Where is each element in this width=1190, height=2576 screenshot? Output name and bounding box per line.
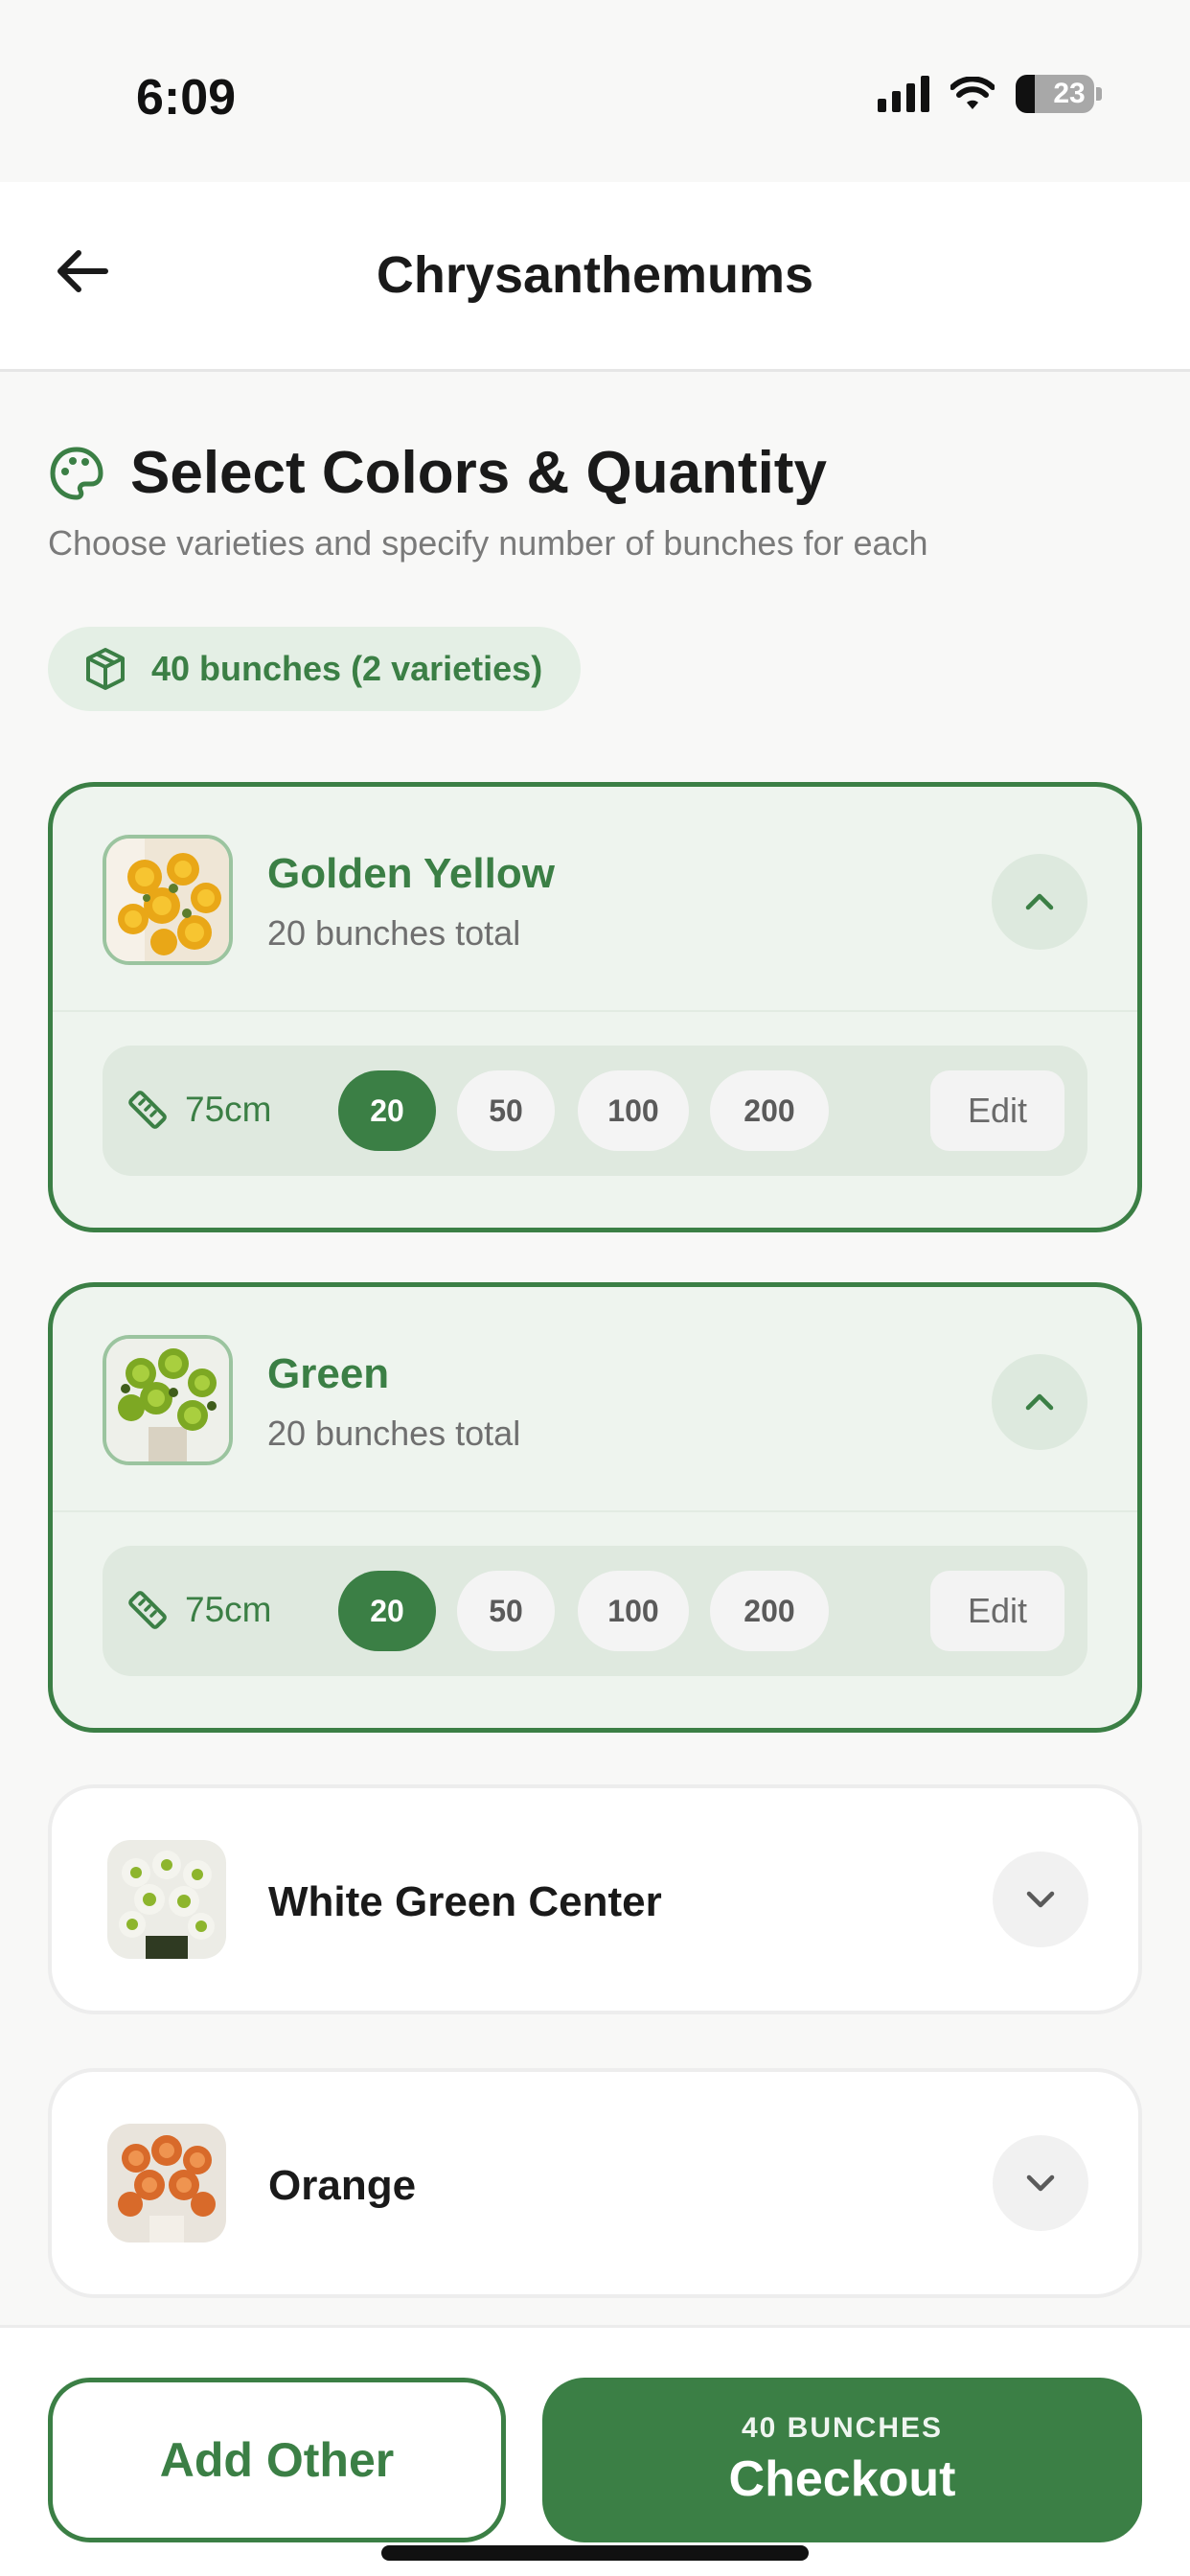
ruler-icon [128,1091,167,1129]
variety-total: 20 bunches total [267,1414,521,1453]
qty-option-200[interactable]: 200 [710,1571,829,1651]
chevron-down-icon [1026,2174,1055,2192]
variety-name: Orange [268,2162,417,2209]
nav-bar: Chrysanthemums [0,182,1190,372]
variety-card-orange[interactable]: Orange [48,2068,1142,2298]
collapse-button[interactable] [992,854,1087,950]
cellular-signal-icon [878,76,929,112]
variety-card-green: Green 20 bunches total 75cm 20 50 100 20… [48,1282,1142,1733]
qty-option-20[interactable]: 20 [338,1070,436,1151]
ruler-icon [128,1591,167,1629]
variety-name: White Green Center [268,1878,662,1925]
variety-card-header[interactable]: Green 20 bunches total [53,1287,1137,1512]
variety-card-golden-yellow: Golden Yellow 20 bunches total 75cm 20 5… [48,782,1142,1232]
qty-option-50[interactable]: 50 [457,1571,555,1651]
qty-option-100[interactable]: 100 [578,1571,689,1651]
stem-length-row: 75cm 20 50 100 200 Edit [103,1546,1087,1676]
expand-button[interactable] [993,2135,1088,2231]
qty-option-200[interactable]: 200 [710,1070,829,1151]
status-time: 6:09 [136,70,237,126]
edit-quantity-button[interactable]: Edit [930,1070,1064,1151]
qty-option-50[interactable]: 50 [457,1070,555,1151]
chevron-up-icon [1025,1393,1054,1411]
section-header: Select Colors & Quantity [48,439,827,507]
green-thumbnail [103,1335,233,1465]
chevron-up-icon [1025,893,1054,910]
page-title: Chrysanthemums [376,246,814,304]
checkout-label: Checkout [728,2451,956,2507]
battery-icon: 23 [1016,75,1102,113]
stem-length: 75cm [185,1090,272,1129]
variety-card-header[interactable]: Golden Yellow 20 bunches total [53,787,1137,1012]
checkout-bunch-count: 40 BUNCHES [741,2412,944,2444]
stem-length: 75cm [185,1590,272,1629]
status-bar: 6:09 23 [0,0,1190,182]
wifi-icon [950,77,995,109]
bottom-action-bar: Add Other 40 BUNCHES Checkout [0,2325,1190,2576]
edit-quantity-button[interactable]: Edit [930,1571,1064,1651]
variety-name: Golden Yellow [267,850,555,897]
stem-length-row: 75cm 20 50 100 200 Edit [103,1046,1087,1176]
status-icons: 23 [878,75,1102,113]
section-subtitle: Choose varieties and specify number of b… [48,523,928,563]
orange-thumbnail [107,2124,226,2242]
home-indicator [381,2545,809,2561]
package-icon [86,648,125,690]
qty-option-100[interactable]: 100 [578,1070,689,1151]
checkout-button[interactable]: 40 BUNCHES Checkout [542,2378,1142,2542]
summary-text: 40 bunches (2 varieties) [151,649,543,688]
variety-total: 20 bunches total [267,913,521,953]
variety-card-white-green-center[interactable]: White Green Center [48,1784,1142,2014]
battery-level: 23 [1053,78,1086,109]
selection-summary-badge: 40 bunches (2 varieties) [48,627,582,711]
section-title: Select Colors & Quantity [130,440,827,506]
golden-yellow-thumbnail [103,835,233,965]
palette-icon [50,447,103,499]
collapse-button[interactable] [992,1354,1087,1450]
expand-button[interactable] [993,1852,1088,1947]
variety-name: Green [267,1350,390,1397]
add-other-button[interactable]: Add Other [48,2378,506,2542]
chevron-down-icon [1026,1891,1055,1908]
qty-option-20[interactable]: 20 [338,1571,436,1651]
white-green-center-thumbnail [107,1840,226,1959]
